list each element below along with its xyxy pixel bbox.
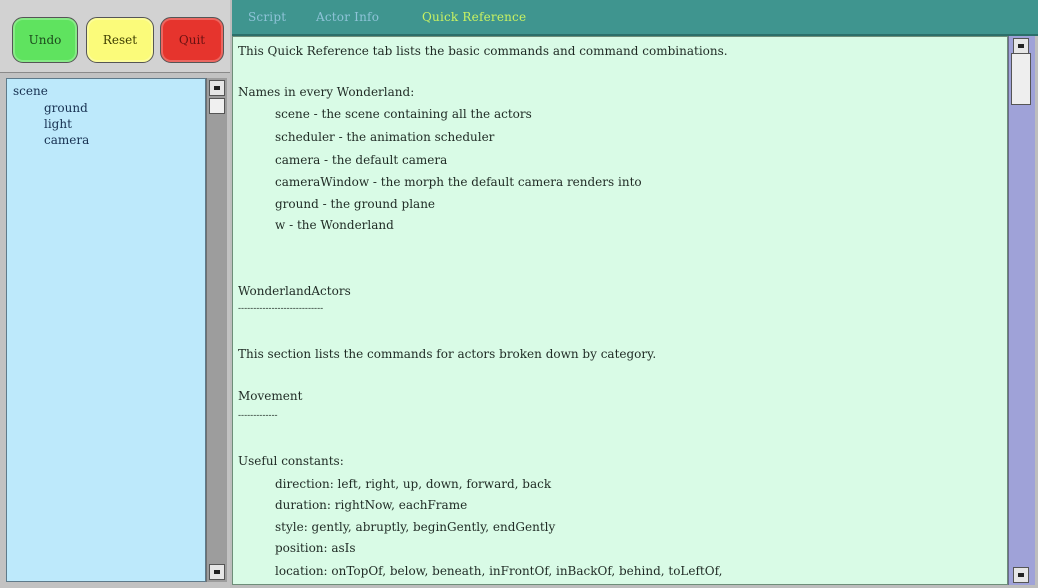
section-rule: ---------------------------- bbox=[238, 304, 324, 314]
text-scrollbar[interactable] bbox=[1008, 36, 1035, 585]
tree-scrollbar[interactable] bbox=[206, 78, 227, 582]
actor-tree[interactable]: scene ground light camera bbox=[6, 78, 206, 582]
undo-button[interactable]: Undo bbox=[12, 17, 78, 63]
arrow-up-icon bbox=[214, 86, 220, 90]
section-intro: This section lists the commands for acto… bbox=[238, 347, 657, 361]
constants-line: location: onTopOf, below, beneath, inFro… bbox=[275, 564, 723, 578]
constants-line: direction: left, right, up, down, forwar… bbox=[275, 477, 552, 491]
tree-scroll-up-button[interactable] bbox=[209, 80, 225, 96]
tree-scroll-down-button[interactable] bbox=[209, 564, 225, 580]
names-line: scene - the scene containing all the act… bbox=[275, 107, 532, 121]
names-line: ground - the ground plane bbox=[275, 197, 436, 211]
intro-text: This Quick Reference tab lists the basic… bbox=[238, 44, 728, 58]
names-line: scheduler - the animation scheduler bbox=[275, 130, 495, 144]
reset-button[interactable]: Reset bbox=[86, 17, 154, 63]
arrow-down-icon bbox=[1018, 573, 1024, 577]
names-line: w - the Wonderland bbox=[275, 218, 394, 232]
tree-item-light[interactable]: light bbox=[44, 116, 72, 132]
left-pane: Undo Reset Quit scene ground light camer… bbox=[0, 0, 230, 588]
movement-rule: ------------- bbox=[238, 411, 278, 421]
tab-actor-info[interactable]: Actor Info bbox=[316, 10, 379, 24]
toolbar: Undo Reset Quit bbox=[0, 0, 230, 73]
arrow-down-icon bbox=[214, 570, 220, 574]
tab-bar: Script Actor Info Quick Reference bbox=[232, 0, 1038, 36]
movement-heading: Movement bbox=[238, 389, 303, 403]
tree-item-camera[interactable]: camera bbox=[44, 132, 89, 148]
arrow-up-icon bbox=[1018, 44, 1024, 48]
quit-button[interactable]: Quit bbox=[160, 17, 224, 63]
tab-quick-reference[interactable]: Quick Reference bbox=[422, 10, 526, 24]
text-scroll-thumb[interactable] bbox=[1011, 53, 1031, 105]
constants-line: position: asIs bbox=[275, 541, 356, 555]
tree-item-ground[interactable]: ground bbox=[44, 100, 88, 116]
constants-line: duration: rightNow, eachFrame bbox=[275, 498, 468, 512]
quick-reference-text[interactable]: This Quick Reference tab lists the basic… bbox=[232, 36, 1008, 585]
names-line: camera - the default camera bbox=[275, 153, 448, 167]
tree-item-scene[interactable]: scene bbox=[13, 83, 48, 99]
names-heading: Names in every Wonderland: bbox=[238, 85, 415, 99]
text-scroll-up-button[interactable] bbox=[1013, 38, 1029, 54]
tab-script[interactable]: Script bbox=[248, 10, 286, 24]
constants-heading: Useful constants: bbox=[238, 454, 344, 468]
section-heading: WonderlandActors bbox=[238, 284, 351, 298]
text-scroll-down-button[interactable] bbox=[1013, 567, 1029, 583]
constants-line: style: gently, abruptly, beginGently, en… bbox=[275, 520, 556, 534]
names-line: cameraWindow - the morph the default cam… bbox=[275, 175, 642, 189]
tree-scroll-thumb[interactable] bbox=[209, 98, 225, 114]
